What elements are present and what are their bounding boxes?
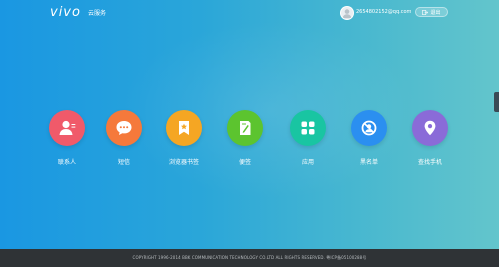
message-icon	[116, 121, 132, 135]
logout-label: 退出	[430, 9, 441, 16]
app-find-phone-label: 查找手机	[417, 159, 442, 166]
app-contacts-label: 联系人	[57, 159, 76, 166]
app-bookmarks-circle[interactable]	[166, 110, 202, 146]
contacts-icon	[59, 120, 76, 135]
footer: COPYRIGHT 1996-2014 BBK COMMUNICATION TE…	[0, 249, 499, 267]
account-email[interactable]: 2654802152@qq.com	[356, 9, 411, 15]
page: vivo 云服务 2654802152@qq.com 退出 联系人 短信 浏览器…	[0, 0, 499, 267]
location-icon	[424, 120, 436, 136]
app-find-phone-circle[interactable]	[412, 110, 448, 146]
app-notes-label: 便签	[238, 159, 251, 166]
app-applications[interactable]: 应用	[278, 110, 338, 166]
side-feedback-tab[interactable]	[494, 92, 499, 112]
header: vivo 云服务 2654802152@qq.com 退出	[0, 0, 499, 26]
app-grid: 联系人 短信 浏览器书签 便签 应用 黑名单 查找手机	[0, 110, 499, 170]
app-contacts-circle[interactable]	[49, 110, 85, 146]
blacklist-icon	[361, 120, 377, 136]
avatar[interactable]	[340, 6, 354, 20]
apps-icon	[301, 121, 315, 135]
app-messages-label: 短信	[117, 159, 130, 166]
app-blacklist-circle[interactable]	[351, 110, 387, 146]
user-icon	[342, 9, 352, 19]
note-icon	[240, 121, 251, 135]
app-messages[interactable]: 短信	[94, 110, 154, 166]
app-contacts[interactable]: 联系人	[37, 110, 97, 166]
app-applications-label: 应用	[301, 159, 314, 166]
bookmark-icon	[179, 121, 189, 135]
app-applications-circle[interactable]	[290, 110, 326, 146]
app-bookmarks[interactable]: 浏览器书签	[154, 110, 214, 166]
logout-button[interactable]: 退出	[415, 7, 448, 17]
app-find-phone[interactable]: 查找手机	[400, 110, 460, 166]
vivo-logo[interactable]: vivo	[50, 5, 81, 20]
app-notes[interactable]: 便签	[215, 110, 275, 166]
service-name: 云服务	[88, 10, 107, 17]
app-blacklist-label: 黑名单	[359, 159, 378, 166]
app-bookmarks-label: 浏览器书签	[168, 159, 199, 166]
copyright-text: COPYRIGHT 1996-2014 BBK COMMUNICATION TE…	[132, 255, 367, 260]
app-blacklist[interactable]: 黑名单	[339, 110, 399, 166]
app-notes-circle[interactable]	[227, 110, 263, 146]
app-messages-circle[interactable]	[106, 110, 142, 146]
logout-icon	[422, 9, 429, 15]
